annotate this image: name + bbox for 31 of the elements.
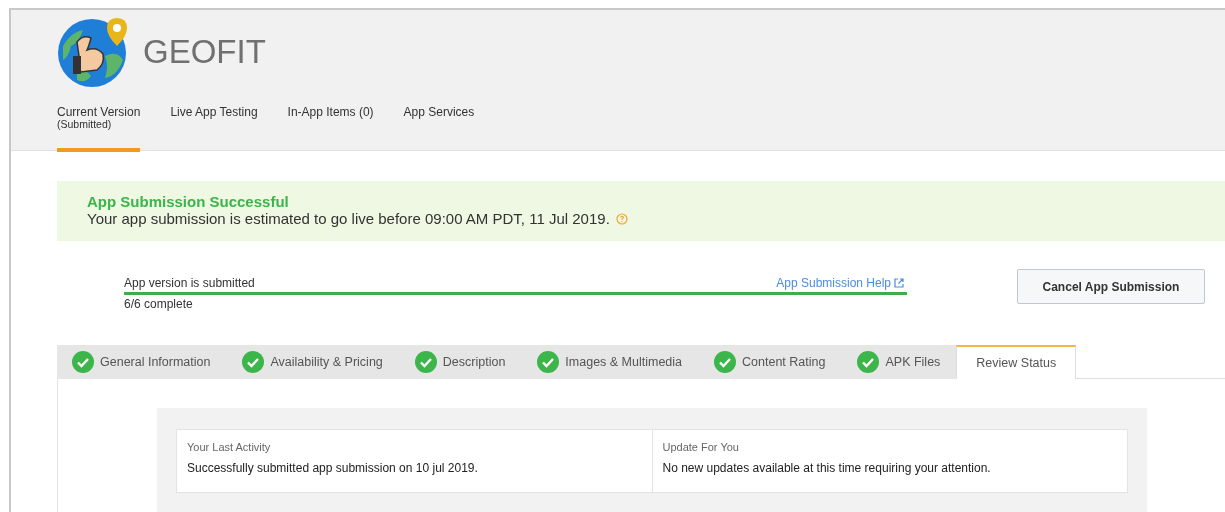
progress-count: 6/6 complete — [124, 297, 193, 311]
nav-tab[interactable]: App Services — [403, 105, 475, 152]
check-icon — [414, 351, 437, 373]
check-icon — [72, 351, 94, 373]
check-icon — [242, 351, 265, 373]
step-tab[interactable]: Availability & Pricing — [226, 345, 399, 379]
banner-message: Your app submission is estimated to go live before 09:00 AM PDT, 11 Jul 2019. — [87, 210, 610, 227]
logo-icon — [57, 16, 129, 88]
nav-tab[interactable]: In-App Items (0) — [287, 105, 374, 152]
step-tab[interactable]: Description — [398, 345, 522, 379]
step-tab[interactable]: Review Status — [956, 345, 1077, 379]
nav-tab[interactable]: Live App Testing — [170, 105, 258, 152]
card-heading: Update For You — [662, 441, 740, 453]
app-title: GEOFIT — [143, 33, 266, 71]
external-link-icon — [894, 278, 904, 288]
step-tab[interactable]: Content Rating — [698, 345, 842, 379]
step-tab[interactable]: General Information — [57, 345, 227, 379]
check-icon — [857, 351, 880, 373]
progress-label: App version is submitted — [124, 276, 255, 290]
banner-title: App Submission Successful — [87, 194, 290, 210]
step-tab[interactable]: Images & Multimedia — [521, 345, 699, 379]
card-text: No new updates available at this time requiring your attention. — [662, 461, 992, 475]
help-icon[interactable] — [615, 212, 628, 225]
step-tab[interactable]: APK Files — [841, 345, 957, 379]
check-icon — [714, 351, 737, 373]
cancel-button[interactable]: Cancel App Submission — [1017, 269, 1205, 304]
card-heading: Your Last Activity — [187, 441, 272, 453]
help-link[interactable]: App Submission Help — [776, 276, 904, 290]
check-icon — [537, 351, 560, 373]
card-text: Successfully submitted app submission on 10 jul 2019. — [187, 461, 479, 475]
nav-tab[interactable]: Current Version (Submitted) — [57, 105, 141, 152]
